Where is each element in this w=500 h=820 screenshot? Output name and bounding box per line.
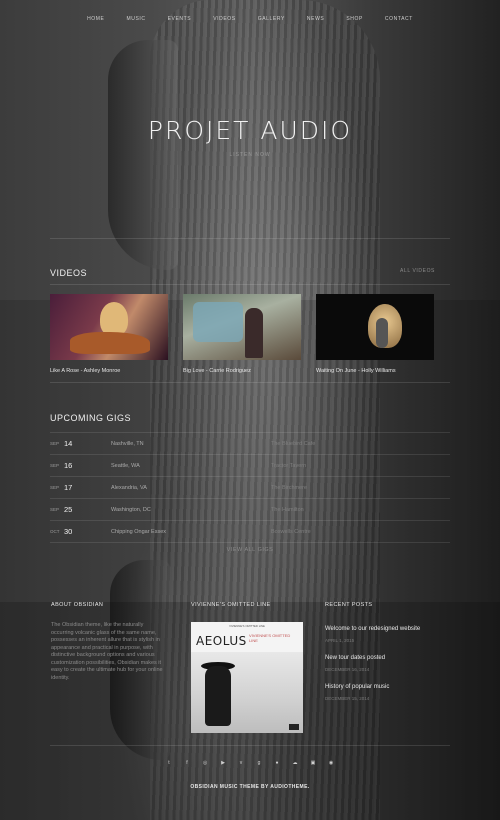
post-title[interactable]: New tour dates posted — [325, 655, 455, 661]
gig-month: SEP — [50, 441, 60, 446]
gig-row[interactable]: OCT 30 Chipping Ongar Essex Boswells Cen… — [50, 520, 450, 542]
video-item[interactable]: Waiting On June - Holly Williams — [316, 294, 434, 374]
youtube-play-icon[interactable]: ▣ — [310, 760, 316, 766]
video-thumbnail[interactable] — [316, 294, 434, 360]
post-title[interactable]: Welcome to our redesigned website — [325, 626, 455, 632]
gig-city[interactable]: Nashville, TN — [111, 441, 271, 447]
social-links: t f ◎ ▶ v g ● ☁ ▣ ◉ — [0, 760, 500, 766]
divider — [50, 284, 450, 285]
gig-city[interactable]: Seattle, WA — [111, 463, 271, 469]
gig-row[interactable]: SEP 17 Alexandria, VA The Birchmere — [50, 476, 450, 498]
post-date: DECEMBER 16, 2014 — [325, 667, 370, 672]
nav-item-home[interactable]: HOME — [87, 16, 104, 22]
nav-item-shop[interactable]: SHOP — [346, 16, 363, 22]
gigs-list: SEP 14 Nashville, TN The Bluebird Cafe S… — [50, 432, 450, 543]
video-item[interactable]: Big Love - Carrie Rodriguez — [183, 294, 301, 374]
album-heading: VIVIENNE'S OMITTED LINE — [191, 602, 271, 608]
recent-posts-heading: RECENT POSTS — [325, 602, 373, 608]
gigs-heading: UPCOMING GIGS — [50, 413, 132, 423]
gig-venue[interactable]: The Bluebird Cafe — [271, 441, 315, 447]
twitter-icon[interactable]: t — [166, 760, 172, 766]
nav-item-news[interactable]: NEWS — [307, 16, 324, 22]
video-thumbnail[interactable] — [183, 294, 301, 360]
nav-item-events[interactable]: EVENTS — [168, 16, 192, 22]
main-nav: HOME MUSIC EVENTS VIDEOS GALLERY NEWS SH… — [0, 16, 500, 22]
videos-heading: VIDEOS — [50, 268, 88, 278]
album-cover-title: AEOLUS — [196, 634, 247, 648]
vimeo-icon[interactable]: v — [238, 760, 244, 766]
album-figure — [205, 666, 231, 726]
instagram-icon[interactable]: ◎ — [202, 760, 208, 766]
divider — [50, 542, 450, 543]
gig-day: 25 — [64, 505, 73, 514]
video-thumbnail[interactable] — [50, 294, 168, 360]
gig-venue[interactable]: Boswells Centre — [271, 529, 311, 535]
about-heading: ABOUT OBSIDIAN — [51, 602, 104, 608]
all-videos-link[interactable]: ALL VIDEOS — [400, 268, 435, 274]
gig-day: 30 — [64, 527, 73, 536]
gig-month: SEP — [50, 507, 60, 512]
gig-day: 17 — [64, 483, 73, 492]
album-label-logo — [289, 724, 299, 730]
gig-row[interactable]: SEP 16 Seattle, WA Tractor Tavern — [50, 454, 450, 476]
nav-item-music[interactable]: MUSIC — [127, 16, 146, 22]
album-cover-subtitle: VIVIENNE'S OMITTED LINE — [249, 633, 291, 643]
gig-month: SEP — [50, 463, 60, 468]
gig-day: 16 — [64, 461, 73, 470]
soundcloud-icon[interactable]: ☁ — [292, 760, 298, 766]
divider — [50, 238, 450, 239]
gig-venue[interactable]: Tractor Tavern — [271, 463, 306, 469]
gig-month: OCT — [50, 529, 60, 534]
video-caption[interactable]: Waiting On June - Holly Williams — [316, 368, 434, 374]
apple-icon[interactable]: ● — [274, 760, 280, 766]
gig-month: SEP — [50, 485, 60, 490]
divider — [50, 382, 450, 383]
gig-city[interactable]: Alexandria, VA — [111, 485, 271, 491]
site-tagline: LISTEN NOW — [229, 152, 271, 158]
divider — [50, 745, 450, 746]
video-caption[interactable]: Like A Rose - Ashley Monroe — [50, 368, 168, 374]
about-text: The Obsidian theme, like the naturally o… — [51, 622, 163, 681]
nav-item-gallery[interactable]: GALLERY — [258, 16, 285, 22]
post-date: APRIL 1, 2015 — [325, 638, 355, 643]
google-plus-icon[interactable]: g — [256, 760, 262, 766]
gig-day: 14 — [64, 439, 73, 448]
gig-row[interactable]: SEP 25 Washington, DC The Hamilton — [50, 498, 450, 520]
youtube-icon[interactable]: ▶ — [220, 760, 226, 766]
gig-venue[interactable]: The Hamilton — [271, 507, 304, 513]
album-cover[interactable]: VIVIENNE'S OMITTED LINE AEOLUS VIVIENNE'… — [191, 622, 303, 733]
footer-credit[interactable]: OBSIDIAN MUSIC THEME BY AUDIOTHEME. — [0, 784, 500, 790]
view-all-gigs-link[interactable]: VIEW ALL GIGS — [0, 547, 500, 553]
post-date: DECEMBER 15, 2014 — [325, 696, 370, 701]
album-cover-top-text: VIVIENNE'S OMITTED LINE — [229, 624, 265, 628]
site-title[interactable]: PROJET AUDIO — [0, 116, 500, 145]
nav-item-videos[interactable]: VIDEOS — [213, 16, 236, 22]
recent-posts-list: Welcome to our redesigned website APRIL … — [325, 626, 455, 713]
nav-item-contact[interactable]: CONTACT — [385, 16, 413, 22]
spotify-icon[interactable]: ◉ — [328, 760, 334, 766]
gig-city[interactable]: Chipping Ongar Essex — [111, 529, 271, 535]
gig-venue[interactable]: The Birchmere — [271, 485, 307, 491]
video-caption[interactable]: Big Love - Carrie Rodriguez — [183, 368, 301, 374]
facebook-icon[interactable]: f — [184, 760, 190, 766]
post-title[interactable]: History of popular music — [325, 684, 455, 690]
gig-row[interactable]: SEP 14 Nashville, TN The Bluebird Cafe — [50, 432, 450, 454]
gig-city[interactable]: Washington, DC — [111, 507, 271, 513]
video-item[interactable]: Like A Rose - Ashley Monroe — [50, 294, 168, 374]
